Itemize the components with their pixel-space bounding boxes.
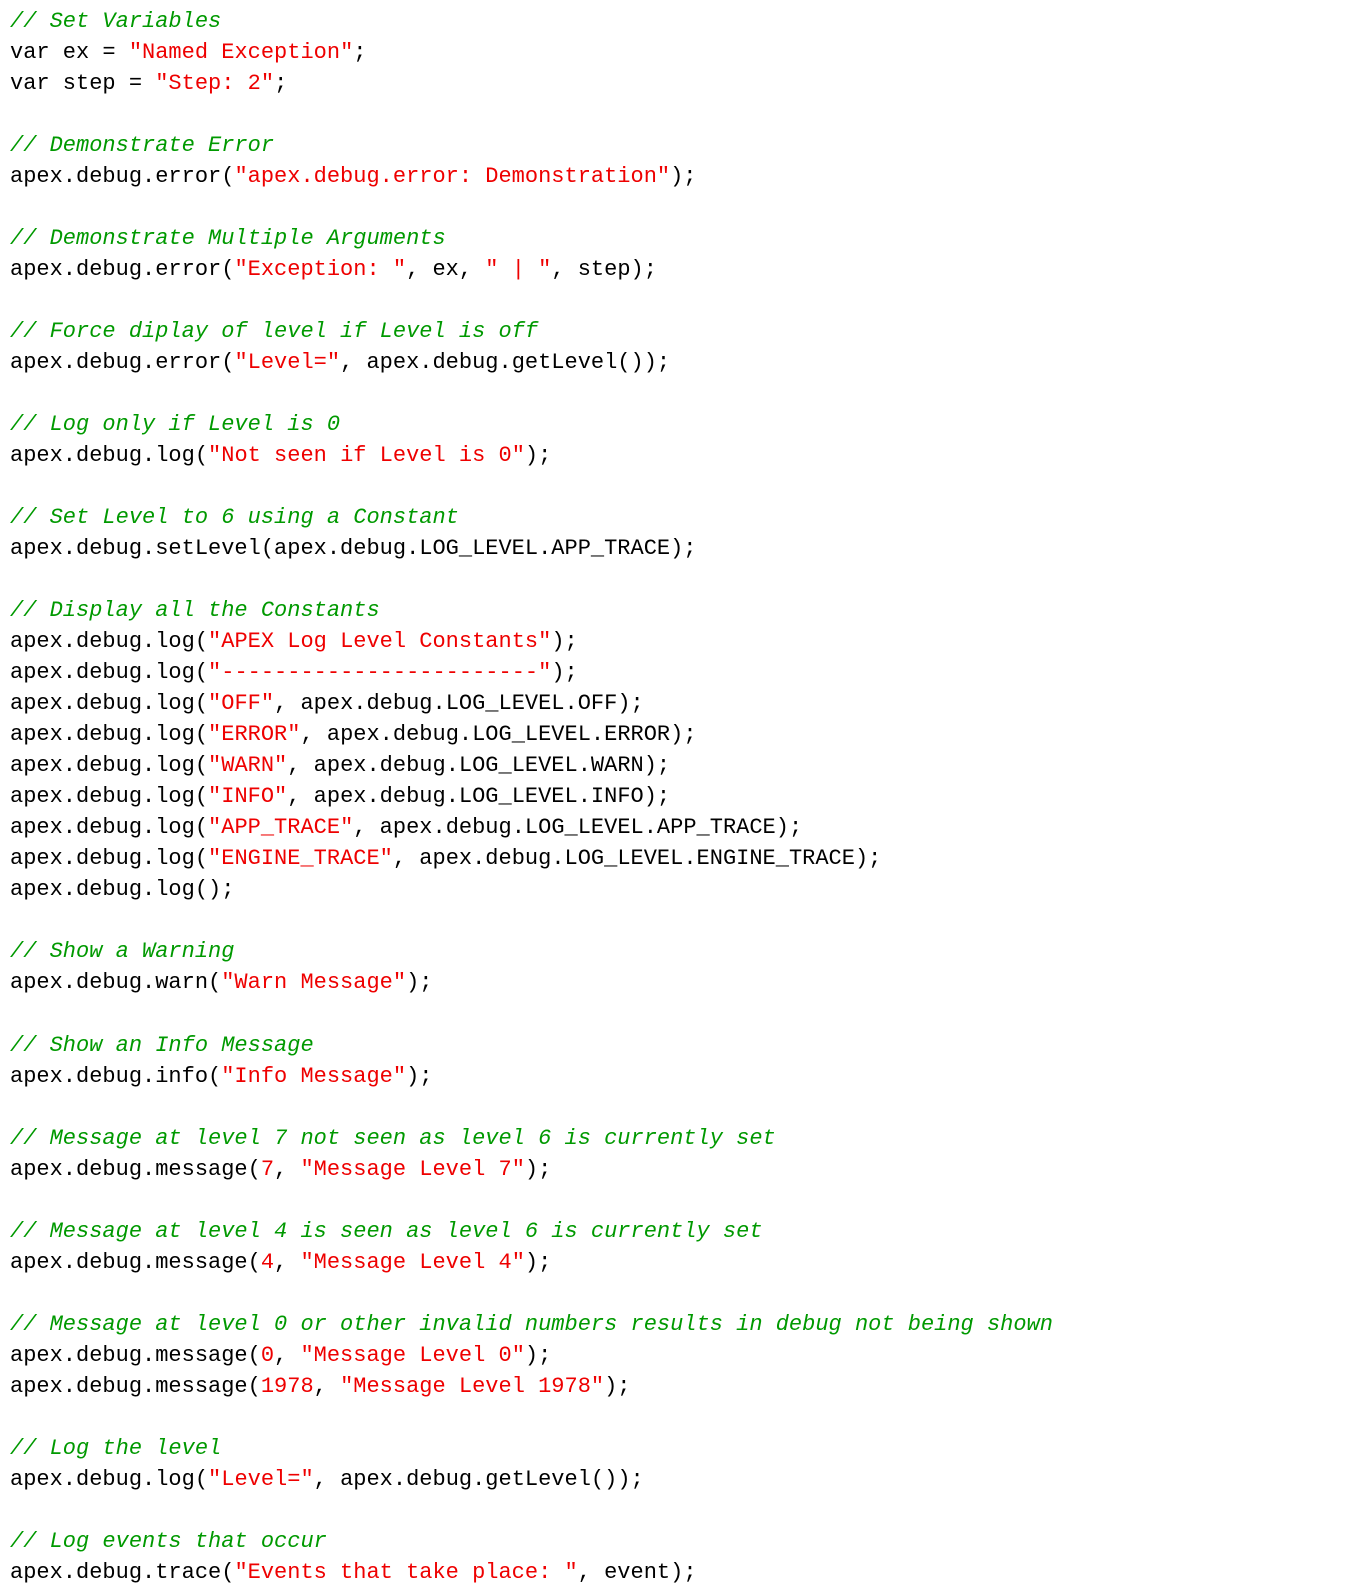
code-line: apex.debug.log( bbox=[10, 846, 208, 871]
code-line: var step = bbox=[10, 71, 155, 96]
comment-log-only: // Log only if Level is 0 bbox=[10, 412, 340, 437]
string-literal: "Info Message" bbox=[221, 1064, 406, 1089]
code-line: apex.debug.error( bbox=[10, 164, 234, 189]
string-literal: "Step: 2" bbox=[155, 71, 274, 96]
string-literal: "Not seen if Level is 0" bbox=[208, 443, 525, 468]
code-text: , bbox=[274, 1250, 300, 1275]
string-literal: "Message Level 7" bbox=[300, 1157, 524, 1182]
string-literal: "APP_TRACE" bbox=[208, 815, 353, 840]
code-text: , ex, bbox=[406, 257, 485, 282]
number-literal: 4 bbox=[261, 1250, 274, 1275]
code-text: ); bbox=[525, 1157, 551, 1182]
code-text: , apex.debug.getLevel()); bbox=[314, 1467, 644, 1492]
code-text: ); bbox=[406, 970, 432, 995]
code-text: , apex.debug.LOG_LEVEL.WARN); bbox=[287, 753, 670, 778]
string-literal: "------------------------" bbox=[208, 660, 551, 685]
code-text: ); bbox=[525, 1343, 551, 1368]
string-literal: "WARN" bbox=[208, 753, 287, 778]
string-literal: "Message Level 4" bbox=[300, 1250, 524, 1275]
code-text: , bbox=[314, 1374, 340, 1399]
code-text: ); bbox=[604, 1374, 630, 1399]
code-line: apex.debug.log( bbox=[10, 660, 208, 685]
string-literal: " | " bbox=[485, 257, 551, 282]
code-text: ; bbox=[353, 40, 366, 65]
string-literal: "ENGINE_TRACE" bbox=[208, 846, 393, 871]
code-text: ); bbox=[670, 164, 696, 189]
code-line: apex.debug.log( bbox=[10, 443, 208, 468]
code-line: apex.debug.message( bbox=[10, 1157, 261, 1182]
code-text: ; bbox=[274, 71, 287, 96]
comment-set-variables: // Set Variables bbox=[10, 9, 221, 34]
code-line: var ex = bbox=[10, 40, 129, 65]
number-literal: 7 bbox=[261, 1157, 274, 1182]
string-literal: "apex.debug.error: Demonstration" bbox=[234, 164, 670, 189]
code-line: apex.debug.log( bbox=[10, 753, 208, 778]
code-line: apex.debug.message( bbox=[10, 1343, 261, 1368]
number-literal: 1978 bbox=[261, 1374, 314, 1399]
comment-demo-error: // Demonstrate Error bbox=[10, 133, 274, 158]
code-text: , step); bbox=[551, 257, 657, 282]
comment-set-level: // Set Level to 6 using a Constant bbox=[10, 505, 459, 530]
string-literal: "Message Level 1978" bbox=[340, 1374, 604, 1399]
code-text: , bbox=[274, 1157, 300, 1182]
code-line: apex.debug.setLevel(apex.debug.LOG_LEVEL… bbox=[10, 536, 697, 561]
comment-force-display: // Force diplay of level if Level is off bbox=[10, 319, 538, 344]
code-text: , apex.debug.LOG_LEVEL.ERROR); bbox=[300, 722, 696, 747]
code-text: ); bbox=[406, 1064, 432, 1089]
comment-log-events: // Log events that occur bbox=[10, 1529, 327, 1554]
code-line: apex.debug.trace( bbox=[10, 1560, 234, 1585]
comment-show-info: // Show an Info Message bbox=[10, 1033, 314, 1058]
string-literal: "Level=" bbox=[234, 350, 340, 375]
code-block: // Set Variables var ex = "Named Excepti… bbox=[0, 0, 1365, 1594]
code-line: apex.debug.info( bbox=[10, 1064, 221, 1089]
string-literal: "Level=" bbox=[208, 1467, 314, 1492]
code-text: ); bbox=[525, 443, 551, 468]
string-literal: "Events that take place: " bbox=[234, 1560, 577, 1585]
code-line: apex.debug.log( bbox=[10, 784, 208, 809]
string-literal: "APEX Log Level Constants" bbox=[208, 629, 551, 654]
code-text: ); bbox=[551, 629, 577, 654]
code-line: apex.debug.log( bbox=[10, 815, 208, 840]
string-literal: "Message Level 0" bbox=[300, 1343, 524, 1368]
code-text: , apex.debug.LOG_LEVEL.OFF); bbox=[274, 691, 644, 716]
code-text: , apex.debug.LOG_LEVEL.APP_TRACE); bbox=[353, 815, 802, 840]
comment-msg-0: // Message at level 0 or other invalid n… bbox=[10, 1312, 1053, 1337]
code-text: , apex.debug.LOG_LEVEL.INFO); bbox=[287, 784, 670, 809]
comment-msg-7: // Message at level 7 not seen as level … bbox=[10, 1126, 776, 1151]
comment-msg-4: // Message at level 4 is seen as level 6… bbox=[10, 1219, 763, 1244]
code-text: ); bbox=[551, 660, 577, 685]
string-literal: "ERROR" bbox=[208, 722, 300, 747]
string-literal: "Named Exception" bbox=[129, 40, 353, 65]
string-literal: "Warn Message" bbox=[221, 970, 406, 995]
code-text: , bbox=[274, 1343, 300, 1368]
code-line: apex.debug.log( bbox=[10, 629, 208, 654]
code-text: , event); bbox=[578, 1560, 697, 1585]
comment-show-warning: // Show a Warning bbox=[10, 939, 234, 964]
string-literal: "Exception: " bbox=[234, 257, 406, 282]
comment-log-level: // Log the level bbox=[10, 1436, 221, 1461]
code-line: apex.debug.warn( bbox=[10, 970, 221, 995]
code-line: apex.debug.message( bbox=[10, 1374, 261, 1399]
code-line: apex.debug.log( bbox=[10, 1467, 208, 1492]
code-text: , apex.debug.LOG_LEVEL.ENGINE_TRACE); bbox=[393, 846, 881, 871]
code-line: apex.debug.log( bbox=[10, 722, 208, 747]
comment-display-constants: // Display all the Constants bbox=[10, 598, 380, 623]
code-text: , apex.debug.getLevel()); bbox=[340, 350, 670, 375]
comment-demo-multi: // Demonstrate Multiple Arguments bbox=[10, 226, 446, 251]
string-literal: "OFF" bbox=[208, 691, 274, 716]
string-literal: "INFO" bbox=[208, 784, 287, 809]
code-line: apex.debug.error( bbox=[10, 257, 234, 282]
code-text: ); bbox=[525, 1250, 551, 1275]
code-line: apex.debug.log( bbox=[10, 691, 208, 716]
code-line: apex.debug.log(); bbox=[10, 877, 234, 902]
code-line: apex.debug.message( bbox=[10, 1250, 261, 1275]
number-literal: 0 bbox=[261, 1343, 274, 1368]
code-line: apex.debug.error( bbox=[10, 350, 234, 375]
